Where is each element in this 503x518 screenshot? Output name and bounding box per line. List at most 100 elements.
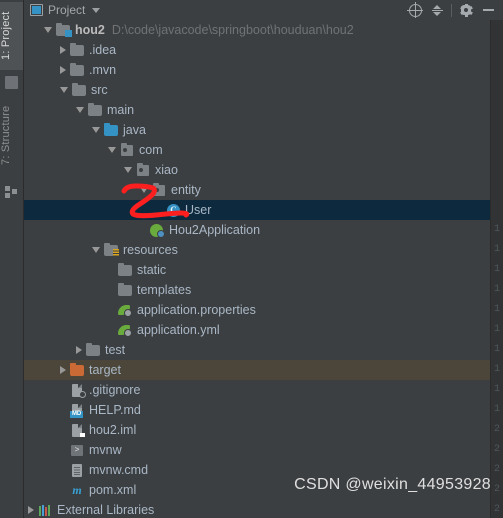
gear-icon — [459, 3, 473, 17]
tree-row[interactable]: test — [24, 340, 503, 360]
gutter-line-number: 1 — [494, 264, 501, 275]
tree-row-label: templates — [137, 283, 192, 297]
tree-row[interactable]: hou2 D:\code\javacode\springboot\houduan\… — [24, 20, 503, 40]
expand-arrow-open-icon[interactable] — [140, 187, 148, 193]
toolbar-divider — [451, 3, 452, 17]
tree-row-path: D:\code\javacode\springboot\houduan\hou2 — [111, 23, 354, 37]
gutter-line-number: 1 — [494, 284, 501, 295]
gutter-line-number: 2 — [494, 444, 501, 455]
spring-config-file-icon — [117, 302, 133, 318]
markdown-file-icon: MD — [69, 402, 85, 418]
java-class-icon: C — [165, 202, 181, 218]
expand-arrow-closed-icon[interactable] — [60, 46, 66, 54]
expand-arrow-closed-icon[interactable] — [60, 366, 66, 374]
tree-row-label: target — [89, 363, 121, 377]
project-toolbar: Project — [24, 0, 503, 20]
tree-row[interactable]: com — [24, 140, 503, 160]
shell-script-icon: > — [69, 442, 85, 458]
tree-row[interactable]: External Libraries — [24, 500, 503, 518]
expand-arrow-placeholder — [60, 430, 66, 431]
tree-row-label: .gitignore — [89, 383, 141, 397]
resources-folder-icon — [103, 242, 119, 258]
tree-row[interactable]: C User — [24, 200, 503, 220]
folder-icon — [69, 42, 85, 58]
tree-row-label: main — [107, 103, 135, 117]
gutter-line-number: 2 — [494, 424, 501, 435]
expand-arrow-open-icon[interactable] — [60, 87, 68, 93]
tree-row[interactable]: java — [24, 120, 503, 140]
tree-row-label: entity — [171, 183, 201, 197]
expand-arrow-placeholder — [60, 450, 66, 451]
folder-icon — [71, 82, 87, 98]
intellij-project-tool-window: 1: Project 7: Structure Project hou2 D:\… — [0, 0, 503, 518]
expand-arrow-open-icon[interactable] — [124, 167, 132, 173]
tree-row[interactable]: templates — [24, 280, 503, 300]
cmd-script-icon — [69, 462, 85, 478]
tree-row[interactable]: MD HELP.md — [24, 400, 503, 420]
expand-arrow-open-icon[interactable] — [92, 247, 100, 253]
expand-arrow-open-icon[interactable] — [44, 27, 52, 33]
libraries-icon — [37, 502, 53, 518]
tree-row[interactable]: entity — [24, 180, 503, 200]
tree-row-label: xiao — [155, 163, 178, 177]
tree-row-label: HELP.md — [89, 403, 141, 417]
expand-arrow-open-icon[interactable] — [92, 127, 100, 133]
expand-arrow-open-icon[interactable] — [76, 107, 84, 113]
package-icon — [135, 162, 151, 178]
tree-row[interactable]: Hou2Application — [24, 220, 503, 240]
project-tree[interactable]: hou2 D:\code\javacode\springboot\houduan\… — [24, 20, 503, 518]
tree-row[interactable]: target — [24, 360, 503, 380]
tree-row[interactable]: application.properties — [24, 300, 503, 320]
toolbar-actions — [404, 1, 499, 19]
tree-row[interactable]: src — [24, 80, 503, 100]
project-view-selector[interactable]: Project — [30, 3, 101, 17]
settings-button[interactable] — [455, 1, 477, 19]
expand-arrow-placeholder — [108, 310, 114, 311]
tree-row[interactable]: main — [24, 100, 503, 120]
tree-row[interactable]: static — [24, 260, 503, 280]
locate-button[interactable] — [404, 1, 426, 19]
tree-row-label: resources — [123, 243, 178, 257]
expand-arrow-closed-icon[interactable] — [76, 346, 82, 354]
collapse-all-button[interactable] — [426, 1, 448, 19]
tree-row-label: .mvn — [89, 63, 117, 77]
expand-arrow-closed-icon[interactable] — [28, 506, 34, 514]
gutter-line-number: 1 — [494, 364, 501, 375]
gutter-line-number: 1 — [494, 224, 501, 235]
gutter-line-number: 1 — [494, 244, 501, 255]
structure-blocks-icon — [5, 186, 18, 199]
expand-arrow-placeholder — [60, 410, 66, 411]
tree-row[interactable]: resources — [24, 240, 503, 260]
gutter-line-number: 1 — [494, 324, 501, 335]
expand-arrow-placeholder — [156, 210, 162, 211]
hide-button[interactable] — [477, 1, 499, 19]
csdn-watermark: CSDN @weixin_44953928 — [294, 476, 491, 493]
tree-row[interactable]: hou2.iml — [24, 420, 503, 440]
tree-row[interactable]: > mvnw — [24, 440, 503, 460]
folder-icon — [117, 282, 133, 298]
sidebar-tab-structure[interactable]: 7: Structure — [0, 92, 23, 178]
gutter-line-number: 1 — [494, 344, 501, 355]
expand-arrow-closed-icon[interactable] — [60, 66, 66, 74]
tree-row[interactable]: xiao — [24, 160, 503, 180]
tree-row[interactable]: .mvn — [24, 60, 503, 80]
sidebar-tab-project[interactable]: 1: Project — [0, 2, 23, 70]
gutter-line-number: 2 — [494, 504, 501, 515]
tree-row-label: hou2.iml — [89, 423, 137, 437]
minimize-icon — [482, 9, 494, 11]
crosshair-locate-icon — [407, 2, 423, 18]
chevron-down-icon — [92, 7, 101, 13]
expand-arrow-placeholder — [108, 330, 114, 331]
expand-arrow-open-icon[interactable] — [108, 147, 116, 153]
tree-row[interactable]: .gitignore — [24, 380, 503, 400]
expand-arrow-placeholder — [60, 490, 66, 491]
source-root-folder-icon — [103, 122, 119, 138]
tree-row-label: static — [137, 263, 167, 277]
target-folder-icon — [69, 362, 85, 378]
gitignore-file-icon — [69, 382, 86, 398]
tree-row-label: User — [185, 203, 212, 217]
project-square-icon — [5, 76, 18, 89]
tree-row[interactable]: application.yml — [24, 320, 503, 340]
tree-row[interactable]: .idea — [24, 40, 503, 60]
tree-row-label: mvnw — [89, 443, 122, 457]
